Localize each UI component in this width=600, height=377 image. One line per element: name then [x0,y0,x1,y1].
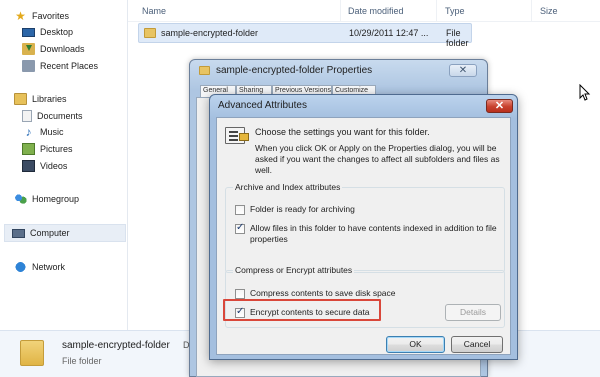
nav-documents-label: Documents [37,111,83,121]
properties-close-button[interactable]: ✕ [449,64,477,77]
nav-favorites-label: Favorites [32,11,70,21]
nav-downloads[interactable]: Downloads [22,41,85,57]
details-button[interactable]: Details [445,304,501,321]
folder-icon [20,340,44,366]
archive-checkbox[interactable] [235,205,245,215]
nav-libraries[interactable]: Libraries [14,91,67,107]
nav-computer-label: Computer [30,228,70,238]
downloads-icon [22,43,35,55]
navigation-pane: ★ Favorites Desktop Downloads Recent Pla… [0,0,128,330]
nav-desktop[interactable]: Desktop [22,24,73,40]
recent-places-icon [22,60,35,72]
nav-homegroup[interactable]: Homegroup [14,191,79,207]
file-date: 10/29/2011 12:47 ... [349,28,429,38]
network-icon [14,261,27,273]
desktop-icon [22,28,35,37]
index-checkbox-row[interactable]: Allow files in this folder to have conte… [235,222,497,245]
nav-network-label: Network [32,262,66,272]
file-row-selected[interactable]: sample-encrypted-folder 10/29/2011 12:47… [138,23,472,48]
star-icon: ★ [15,9,26,23]
compress-label: Compress contents to save disk space [250,288,396,298]
intro-text: Choose the settings you want for this fo… [255,127,430,137]
nav-videos-label: Videos [40,161,68,171]
ok-button[interactable]: OK [386,336,445,353]
nav-desktop-label: Desktop [40,27,74,37]
compress-group-title: Compress or Encrypt attributes [233,265,355,275]
intro-description: When you click OK or Apply on the Proper… [255,143,500,175]
nav-favorites[interactable]: ★ Favorites [14,8,69,24]
nav-videos[interactable]: Videos [22,158,67,174]
nav-downloads-label: Downloads [40,44,85,54]
nav-pictures[interactable]: Pictures [22,141,73,157]
music-icon: ♪ [25,125,32,139]
file-type: File folder [446,28,469,48]
compress-checkbox[interactable] [235,289,245,299]
folder-icon [144,28,156,38]
pictures-icon [22,143,35,155]
column-separator[interactable] [436,0,437,22]
nav-documents[interactable]: Documents [22,108,83,124]
nav-homegroup-label: Homegroup [32,194,80,204]
archive-group-title: Archive and Index attributes [233,182,343,192]
folder-icon [199,66,210,75]
archive-label: Folder is ready for archiving [250,204,355,214]
encrypt-highlight [223,299,381,321]
compress-checkbox-row[interactable]: Compress contents to save disk space [235,288,396,299]
column-separator[interactable] [340,0,341,22]
libraries-icon [14,93,27,105]
homegroup-icon [14,193,27,205]
documents-icon [22,110,32,122]
nav-computer[interactable]: Computer [4,224,126,242]
archive-checkbox-row[interactable]: Folder is ready for archiving [235,204,355,215]
dialog-title: Advanced Attributes [218,100,307,111]
cancel-button[interactable]: Cancel [451,336,503,353]
nav-recent-label: Recent Places [40,61,99,71]
column-type[interactable]: Type [445,6,465,16]
details-type: File folder [62,356,102,366]
details-name: sample-encrypted-folder [62,340,170,351]
column-header-bar: Name Date modified Type Size [128,0,600,22]
videos-icon [22,160,35,172]
index-checkbox[interactable] [235,222,245,234]
file-name: sample-encrypted-folder [161,28,259,38]
nav-music[interactable]: ♪ Music [22,124,64,140]
nav-recent-places[interactable]: Recent Places [22,58,98,74]
column-separator[interactable] [531,0,532,22]
nav-music-label: Music [40,127,64,137]
column-name[interactable]: Name [142,6,166,16]
properties-icon [225,127,249,144]
column-size[interactable]: Size [540,6,558,16]
index-label: Allow files in this folder to have conte… [250,223,497,244]
nav-network[interactable]: Network [14,259,65,275]
properties-title: sample-encrypted-folder Properties [216,65,373,76]
nav-libraries-label: Libraries [32,94,67,104]
computer-icon [12,228,25,238]
nav-pictures-label: Pictures [40,144,73,154]
column-date-modified[interactable]: Date modified [348,6,404,16]
dialog-close-button[interactable]: ✕ [486,99,513,113]
